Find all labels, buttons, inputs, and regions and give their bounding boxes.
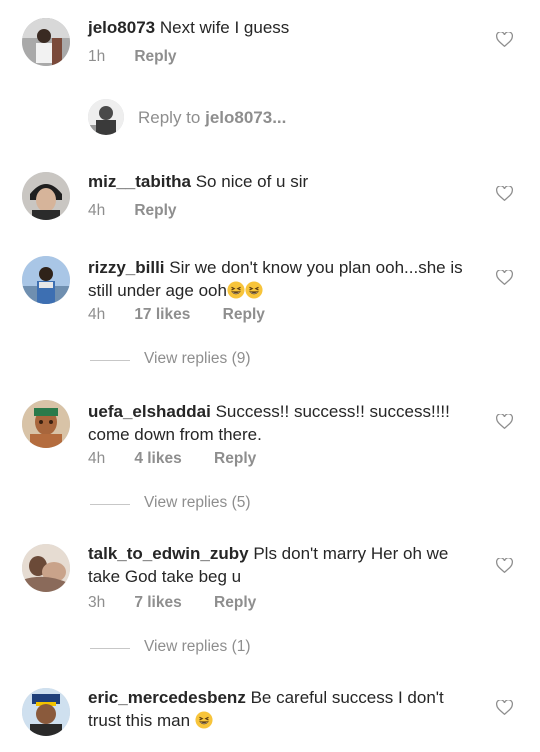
reply-to-target: jelo8073... — [205, 108, 287, 127]
reply-to-input[interactable]: Reply to jelo8073... — [138, 108, 286, 128]
comment-meta: 4h 4 likes Reply — [88, 450, 256, 468]
comment-text: uefa_elshaddai Success!! success!! succe… — [88, 400, 480, 446]
comment-text: rizzy_billi Sir we don't know you plan o… — [88, 256, 480, 308]
timestamp: 1h — [88, 48, 106, 65]
grinning-squinting-face-icon — [245, 281, 263, 299]
reply-button[interactable]: Reply — [134, 48, 176, 66]
comment-body: So nice of u sir — [195, 172, 309, 191]
timestamp: 4h — [88, 306, 106, 323]
avatar[interactable] — [22, 544, 70, 592]
comment-meta: 1h Reply — [88, 48, 177, 66]
view-replies-button[interactable]: View replies (5) — [144, 494, 251, 512]
view-replies-divider — [90, 504, 130, 505]
grinning-squinting-face-icon — [195, 711, 213, 729]
username[interactable]: eric_mercedesbenz — [88, 688, 246, 707]
likes-count[interactable]: 4 likes — [134, 450, 181, 468]
reply-to-prefix: Reply to — [138, 108, 201, 127]
heart-icon[interactable] — [496, 270, 513, 285]
avatar[interactable] — [22, 400, 70, 448]
username[interactable]: miz__tabitha — [88, 172, 191, 191]
comment-item: eric_mercedesbenz Be careful success I d… — [0, 676, 540, 752]
comment-item: rizzy_billi Sir we don't know you plan o… — [0, 244, 540, 374]
heart-icon[interactable] — [496, 32, 513, 47]
username[interactable]: talk_to_edwin_zuby — [88, 544, 249, 563]
comment-item: talk_to_edwin_zuby Pls don't marry Her o… — [0, 532, 540, 662]
comment-text: talk_to_edwin_zuby Pls don't marry Her o… — [88, 542, 480, 588]
timestamp: 4h — [88, 450, 106, 467]
heart-icon[interactable] — [496, 186, 513, 201]
timestamp: 4h — [88, 202, 106, 219]
comment-item: jelo8073 Next wife I guess 1h Reply — [0, 0, 540, 100]
view-replies-divider — [90, 360, 130, 361]
avatar[interactable] — [22, 256, 70, 304]
reply-button[interactable]: Reply — [214, 450, 256, 468]
comment-text: jelo8073 Next wife I guess — [88, 16, 480, 39]
comment-item: uefa_elshaddai Success!! success!! succe… — [0, 388, 540, 518]
view-replies-button[interactable]: View replies (9) — [144, 350, 251, 368]
heart-icon[interactable] — [496, 700, 513, 715]
avatar[interactable] — [22, 688, 70, 736]
avatar[interactable] — [22, 18, 70, 66]
comment-meta: 4h Reply — [88, 202, 177, 220]
comment-text: eric_mercedesbenz Be careful success I d… — [88, 686, 480, 738]
reply-button[interactable]: Reply — [214, 594, 256, 612]
likes-count[interactable]: 17 likes — [134, 306, 190, 324]
heart-icon[interactable] — [496, 414, 513, 429]
reply-button[interactable]: Reply — [134, 202, 176, 220]
comment-body: Next wife I guess — [159, 18, 290, 37]
avatar[interactable] — [22, 172, 70, 220]
view-replies-divider — [90, 648, 130, 649]
comment-text: miz__tabitha So nice of u sir — [88, 170, 480, 193]
view-replies-button[interactable]: View replies (1) — [144, 638, 251, 656]
comment-meta: 4h 17 likes Reply — [88, 306, 265, 324]
username[interactable]: jelo8073 — [88, 18, 155, 37]
reply-button[interactable]: Reply — [223, 306, 265, 324]
comment-meta: 3h 7 likes Reply — [88, 594, 256, 612]
own-avatar — [88, 99, 124, 135]
username[interactable]: uefa_elshaddai — [88, 402, 211, 421]
grinning-squinting-face-icon — [227, 281, 245, 299]
likes-count[interactable]: 7 likes — [134, 594, 181, 612]
heart-icon[interactable] — [496, 558, 513, 573]
comment-item: miz__tabitha So nice of u sir 4h Reply — [0, 160, 540, 240]
timestamp: 3h — [88, 594, 106, 611]
username[interactable]: rizzy_billi — [88, 258, 165, 277]
